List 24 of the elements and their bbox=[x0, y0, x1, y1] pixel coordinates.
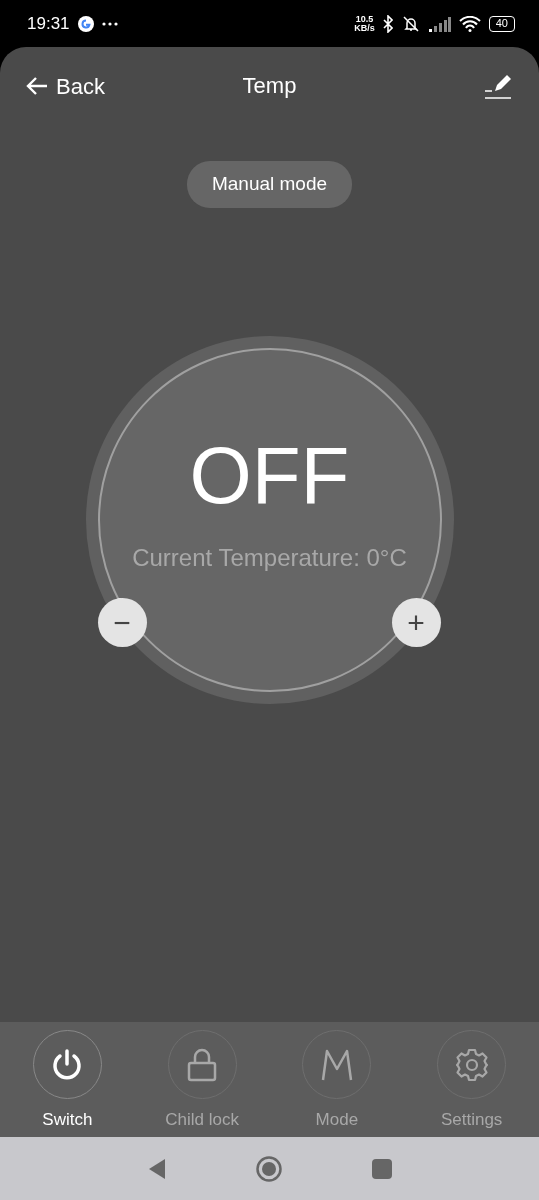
google-icon bbox=[77, 15, 94, 32]
speed-unit: KB/s bbox=[354, 23, 375, 33]
page-title: Temp bbox=[242, 73, 297, 98]
settings-icon bbox=[453, 1046, 490, 1083]
clock: 19:31 bbox=[27, 12, 70, 35]
wifi-icon bbox=[458, 15, 481, 32]
more-icon bbox=[101, 21, 118, 26]
action-button[interactable]: Switch bbox=[0, 1022, 135, 1137]
back-button[interactable]: Back bbox=[26, 69, 105, 103]
home-nav-icon[interactable] bbox=[255, 1155, 282, 1182]
bluetooth-icon bbox=[382, 14, 393, 33]
current-temperature: Current Temperature: 0°C bbox=[132, 542, 407, 573]
back-nav-icon[interactable] bbox=[147, 1157, 166, 1180]
lock-icon bbox=[187, 1047, 218, 1082]
muted-bell-icon bbox=[400, 14, 421, 33]
power-state: OFF bbox=[189, 435, 350, 516]
edit-icon[interactable] bbox=[483, 73, 513, 99]
signal-icon bbox=[428, 15, 451, 32]
battery-indicator: 40 bbox=[488, 15, 515, 32]
network-speed: 10.5 bbox=[354, 14, 375, 24]
back-arrow-icon bbox=[26, 76, 48, 96]
mode-badge[interactable]: Manual mode bbox=[186, 161, 353, 208]
mode-letter-icon bbox=[319, 1047, 354, 1082]
recents-nav-icon[interactable] bbox=[371, 1158, 392, 1179]
